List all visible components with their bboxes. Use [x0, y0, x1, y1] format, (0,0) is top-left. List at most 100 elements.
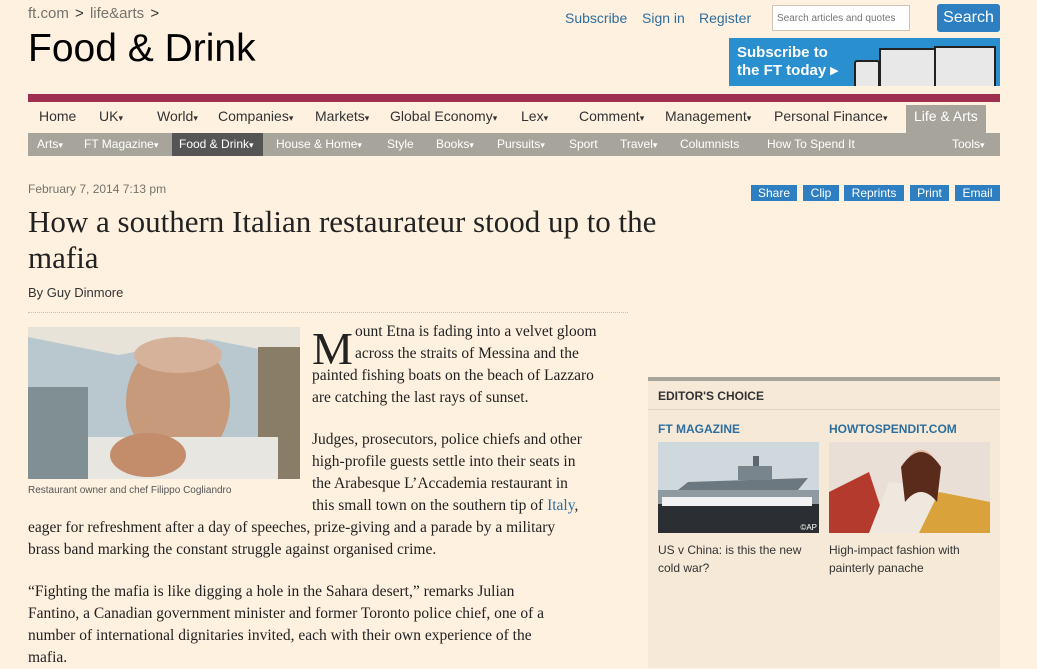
nav-accent-bar [28, 94, 1000, 102]
chevron-down-icon: ▾ [746, 113, 752, 123]
chevron-down-icon: ▾ [249, 140, 254, 150]
reprints-button[interactable]: Reprints [844, 185, 904, 201]
promo-line-2: the FT today ▸ [737, 62, 838, 79]
section-title: Food & Drink [28, 27, 256, 70]
nav-personal-finance-label: Personal Finance [774, 108, 883, 124]
article-byline: By Guy Dinmore [28, 285, 124, 300]
article-line: “Fighting the mafia is like digging a ho… [28, 583, 515, 600]
article-photo [28, 327, 300, 479]
subnav-house-home[interactable]: House & Home▾ [276, 137, 362, 151]
chevron-down-icon: ▾ [639, 113, 645, 123]
search-button[interactable]: Search [937, 4, 1000, 32]
fashion-image[interactable] [829, 442, 990, 533]
share-button[interactable]: Share [751, 185, 797, 201]
subnav-style[interactable]: Style [387, 137, 414, 151]
nav-global-economy[interactable]: Global Economy▾ [390, 108, 497, 124]
chevron-down-icon: ▾ [193, 113, 198, 123]
search-input[interactable] [772, 5, 910, 31]
nav-companies-label: Companies [218, 108, 289, 124]
chevron-down-icon: ▾ [492, 113, 498, 123]
nav-comment[interactable]: Comment▾ [579, 108, 644, 124]
article-line: brass band marking the constant struggle… [28, 541, 437, 558]
breadcrumb: ft.com > life&arts > [28, 5, 161, 22]
photo-caption: Restaurant owner and chef Filippo Coglia… [28, 485, 232, 496]
subnav-house-home-label: House & Home [276, 137, 358, 151]
nav-lex[interactable]: Lex▾ [521, 108, 548, 124]
tablet-image [934, 46, 996, 86]
subnav-sport[interactable]: Sport [569, 137, 598, 151]
chevron-down-icon: ▾ [882, 113, 888, 123]
chevron-down-icon: ▾ [652, 140, 658, 150]
subnav-how-to-spend-it[interactable]: How To Spend It [767, 137, 855, 151]
subnav-tools-label: Tools [952, 137, 981, 151]
breadcrumb-separator: > [150, 5, 160, 22]
promo-text: Subscribe to the FT today ▸ [737, 44, 838, 80]
chevron-down-icon: ▾ [58, 140, 63, 150]
nav-uk[interactable]: UK▾ [99, 108, 123, 124]
editors-choice-heading: EDITOR'S CHOICE [658, 389, 764, 403]
chevron-down-icon: ▾ [469, 140, 474, 150]
subnav-travel[interactable]: Travel▾ [620, 137, 657, 151]
article-text: , [574, 497, 579, 514]
nav-markets-label: Markets [315, 108, 365, 124]
nav-management[interactable]: Management▾ [665, 108, 751, 124]
subnav-ft-magazine-label: FT Magazine [84, 137, 154, 151]
subnav-arts-label: Arts [37, 137, 59, 151]
subnav-arts[interactable]: Arts▾ [37, 137, 63, 151]
nav-global-economy-label: Global Economy [390, 108, 493, 124]
subscribe-link[interactable]: Subscribe [565, 10, 627, 26]
warship-image[interactable]: ©AP [658, 442, 819, 533]
article-line: painted fishing boats on the beach of La… [312, 367, 594, 384]
nav-life-arts[interactable]: Life & Arts [914, 108, 978, 124]
print-button[interactable]: Print [910, 185, 949, 201]
chevron-down-icon: ▾ [118, 113, 123, 123]
ft-magazine-link[interactable]: FT MAGAZINE [658, 422, 740, 436]
italy-link[interactable]: Italy [547, 497, 574, 514]
subnav-books[interactable]: Books▾ [436, 137, 474, 151]
warship-photo [658, 442, 819, 533]
subnav-tools[interactable]: Tools▾ [952, 137, 985, 151]
divider [648, 409, 1000, 410]
chevron-down-icon: ▾ [153, 140, 159, 150]
register-link[interactable]: Register [699, 10, 751, 26]
chevron-down-icon: ▾ [980, 140, 985, 150]
divider [28, 312, 628, 313]
sign-in-link[interactable]: Sign in [642, 10, 685, 26]
subnav-columnists[interactable]: Columnists [680, 137, 739, 151]
subnav-pursuits-label: Pursuits [497, 137, 541, 151]
nav-markets[interactable]: Markets▾ [315, 108, 369, 124]
subnav-ft-magazine[interactable]: FT Magazine▾ [84, 137, 158, 151]
subnav-pursuits[interactable]: Pursuits▾ [497, 137, 545, 151]
nav-companies[interactable]: Companies▾ [218, 108, 293, 124]
clip-button[interactable]: Clip [803, 185, 839, 201]
subnav-travel-label: Travel [620, 137, 653, 151]
subnav-food-drink[interactable]: Food & Drink▾ [179, 137, 254, 151]
nav-comment-label: Comment [579, 108, 640, 124]
chevron-down-icon: ▾ [357, 140, 362, 150]
nav-world[interactable]: World▾ [157, 108, 198, 124]
article-line: ount Etna is fading into a velvet gloom [355, 323, 597, 340]
nav-personal-finance[interactable]: Personal Finance▾ [774, 108, 887, 124]
article-line: eager for refreshment after a day of spe… [28, 519, 556, 536]
email-button[interactable]: Email [955, 185, 1000, 201]
chef-portrait-image [28, 327, 300, 479]
subnav-style-label: Style [387, 137, 414, 151]
chevron-down-icon: ▾ [364, 113, 370, 123]
article-headline: How a southern Italian restaurateur stoo… [28, 204, 657, 275]
breadcrumb-ft-link[interactable]: ft.com [28, 5, 69, 22]
nav-management-label: Management [665, 108, 747, 124]
ec-story-link[interactable]: High-impact fashion with painterly panac… [829, 541, 994, 577]
article-line: number of international dignitaries invi… [28, 627, 532, 644]
nav-uk-label: UK [99, 108, 119, 124]
howtospendit-link[interactable]: HOWTOSPENDIT.COM [829, 422, 957, 436]
fashion-photo [829, 442, 990, 533]
nav-world-label: World [157, 108, 194, 124]
ec-story-link[interactable]: US v China: is this the new cold war? [658, 541, 823, 577]
nav-life-arts-label: Life & Arts [914, 108, 978, 124]
breadcrumb-life-arts-link[interactable]: life&arts [90, 5, 144, 22]
subnav-books-label: Books [436, 137, 470, 151]
nav-home[interactable]: Home [39, 108, 76, 124]
subscribe-promo-banner[interactable]: Subscribe to the FT today ▸ [729, 38, 1000, 86]
article-text: this small town on the southern tip of [312, 497, 548, 514]
article-line: are catching the last rays of sunset. [312, 389, 529, 406]
